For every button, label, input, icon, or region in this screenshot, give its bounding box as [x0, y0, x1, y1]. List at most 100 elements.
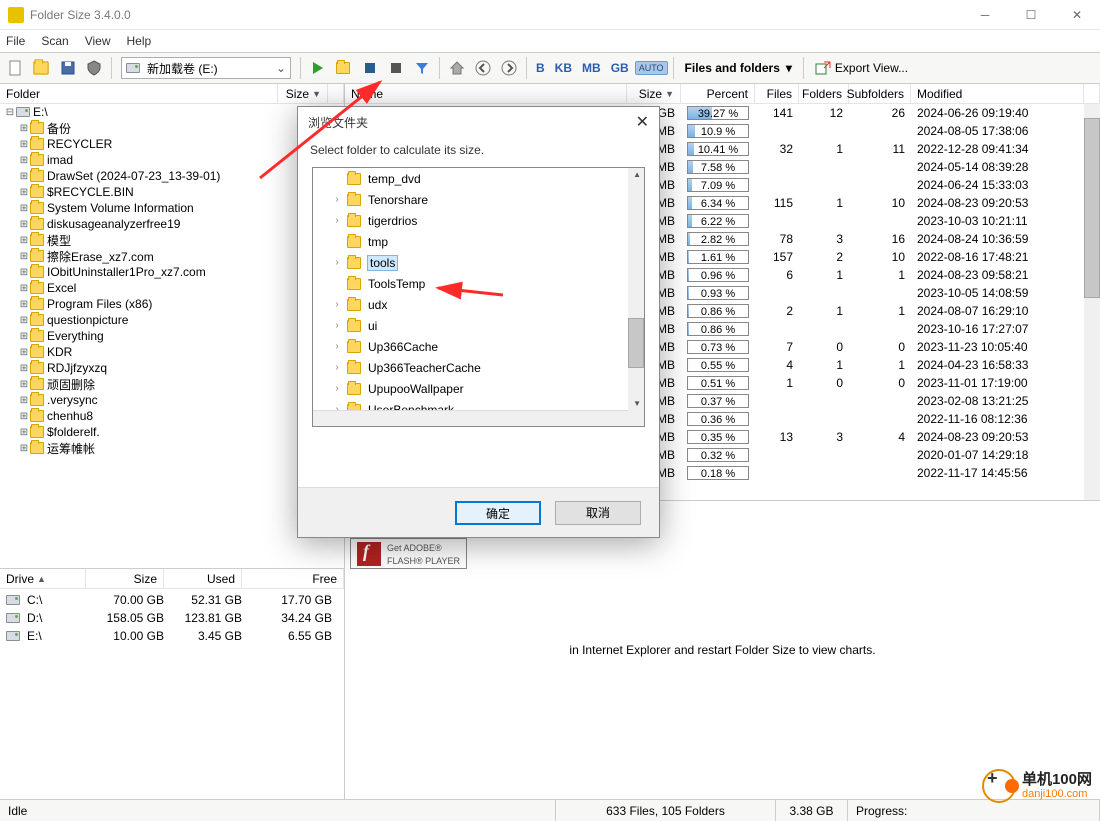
col-size[interactable]: Size: [86, 569, 164, 588]
col-folders[interactable]: Folders: [799, 84, 849, 103]
tree-item[interactable]: ⊞System Volume Information: [0, 200, 344, 216]
forward-button[interactable]: [497, 56, 521, 80]
col-size[interactable]: Size▼: [278, 84, 328, 103]
tree-item[interactable]: ⊞RDJjfzyxzq: [0, 360, 344, 376]
tree-item[interactable]: ⊞运筹帷帐: [0, 440, 344, 456]
menu-view[interactable]: View: [85, 34, 111, 48]
col-size[interactable]: Size▼: [627, 84, 681, 103]
tree-item[interactable]: ⊞擦除Erase_xz7.com18: [0, 248, 344, 264]
dialog-tree-item[interactable]: ToolsTemp: [313, 273, 644, 294]
col-percent[interactable]: Percent: [681, 84, 755, 103]
minimize-button[interactable]: ─: [962, 0, 1008, 30]
files-folders-select[interactable]: Files and folders ▾: [679, 61, 798, 75]
folder-tree[interactable]: Folder Size▼ ⊟E:\⊞备份⊞RECYCLER360⊞imad21⊞…: [0, 84, 344, 569]
toolbar: 新加载卷 (E:) ⌄ B KB MB GB AUTO Files and fo…: [0, 52, 1100, 84]
app-icon: [8, 7, 24, 23]
col-used[interactable]: Used: [164, 569, 242, 588]
export-view-button[interactable]: Export View...: [809, 57, 914, 79]
dialog-tree-item[interactable]: ›tigerdrios: [313, 210, 644, 231]
drive-row[interactable]: E:\10.00 GB3.45 GB6.55 GB: [0, 627, 344, 645]
drive-icon: [126, 63, 140, 73]
back-button[interactable]: [471, 56, 495, 80]
tree-item[interactable]: ⊞IObitUninstaller1Pro_xz7.com17: [0, 264, 344, 280]
unit-gb[interactable]: GB: [607, 57, 633, 79]
dialog-tree-item[interactable]: ›UpupooWallpaper: [313, 378, 644, 399]
window-title: Folder Size 3.4.0.0: [30, 8, 131, 22]
drive-row[interactable]: C:\70.00 GB52.31 GB17.70 GB: [0, 591, 344, 609]
tree-item[interactable]: ⊞模型25: [0, 232, 344, 248]
scroll-thumb[interactable]: [628, 318, 644, 368]
drive-select[interactable]: 新加载卷 (E:) ⌄: [121, 57, 291, 79]
dialog-tree-item[interactable]: ›tools: [313, 252, 644, 273]
home-button[interactable]: [445, 56, 469, 80]
titlebar: Folder Size 3.4.0.0 ─ ☐ ✕: [0, 0, 1100, 30]
shield-button[interactable]: [82, 56, 106, 80]
dialog-ok-button[interactable]: 确定: [455, 501, 541, 525]
unit-auto[interactable]: AUTO: [635, 61, 668, 75]
col-folder[interactable]: Folder: [0, 84, 278, 103]
tree-item[interactable]: ⊞顽固删除: [0, 376, 344, 392]
tree-item[interactable]: ⊞备份: [0, 120, 344, 136]
menu-file[interactable]: File: [6, 34, 25, 48]
scrollbar[interactable]: [1084, 104, 1100, 500]
dialog-title: 浏览文件夹: [308, 114, 368, 131]
status-files: 633 Files, 105 Folders: [556, 800, 776, 821]
col-subfolders[interactable]: Subfolders: [849, 84, 911, 103]
drive-label: 新加载卷 (E:): [147, 60, 218, 77]
export-icon: [815, 60, 831, 76]
dialog-close-button[interactable]: ✕: [636, 112, 649, 132]
hscrollbar[interactable]: [313, 410, 628, 426]
close-button[interactable]: ✕: [1054, 0, 1100, 30]
col-name[interactable]: Name: [345, 84, 627, 103]
col-files[interactable]: Files: [755, 84, 799, 103]
drive-row[interactable]: D:\158.05 GB123.81 GB34.24 GB: [0, 609, 344, 627]
tree-item[interactable]: ⊞$RECYCLE.BIN55: [0, 184, 344, 200]
tree-item[interactable]: ⊞questionpicture: [0, 312, 344, 328]
dialog-tree-item[interactable]: tmp: [313, 231, 644, 252]
save-button[interactable]: [56, 56, 80, 80]
tree-item[interactable]: ⊞imad21: [0, 152, 344, 168]
new-button[interactable]: [4, 56, 28, 80]
tree-item[interactable]: ⊞diskusageanalyzerfree1929: [0, 216, 344, 232]
tree-item[interactable]: ⊞chenhu8: [0, 408, 344, 424]
tree-root[interactable]: ⊟E:\: [0, 104, 344, 120]
dialog-tree-item[interactable]: ›Up366Cache: [313, 336, 644, 357]
tree-item[interactable]: ⊞Excel15: [0, 280, 344, 296]
scan-network-button[interactable]: [358, 56, 382, 80]
tree-item[interactable]: ⊞DrawSet (2024-07-23_13-39-01)9: [0, 168, 344, 184]
menu-help[interactable]: Help: [127, 34, 152, 48]
dialog-tree-item[interactable]: ›Up366TeacherCache: [313, 357, 644, 378]
col-modified[interactable]: Modified: [911, 84, 1084, 103]
menu-scan[interactable]: Scan: [41, 34, 68, 48]
play-button[interactable]: [306, 56, 330, 80]
filter-button[interactable]: [410, 56, 434, 80]
tree-item[interactable]: ⊞KDR: [0, 344, 344, 360]
maximize-button[interactable]: ☐: [1008, 0, 1054, 30]
dialog-tree-item[interactable]: ›udx: [313, 294, 644, 315]
open-button[interactable]: [30, 56, 54, 80]
dialog-tree-item[interactable]: temp_dvd: [313, 168, 644, 189]
tree-item[interactable]: ⊞Everything: [0, 328, 344, 344]
dialog-cancel-button[interactable]: 取消: [555, 501, 641, 525]
unit-mb[interactable]: MB: [578, 57, 605, 79]
col-free[interactable]: Free: [242, 569, 344, 588]
tree-item[interactable]: ⊞RECYCLER360: [0, 136, 344, 152]
tree-item[interactable]: ⊞.verysync: [0, 392, 344, 408]
col-drive[interactable]: Drive▲: [0, 569, 86, 588]
scan-folder-button[interactable]: [332, 56, 356, 80]
status-total: 3.38 GB: [776, 800, 848, 821]
drive-summary: Drive▲ Size Used Free C:\70.00 GB52.31 G…: [0, 569, 344, 799]
unit-kb[interactable]: KB: [551, 57, 576, 79]
unit-b[interactable]: B: [532, 57, 549, 79]
dropdown-icon: ⌄: [276, 61, 286, 75]
statusbar: Idle 633 Files, 105 Folders 3.38 GB Prog…: [0, 799, 1100, 821]
dialog-tree-item[interactable]: ›Tenorshare: [313, 189, 644, 210]
get-flash-button[interactable]: Get ADOBE®FLASH® PLAYER: [350, 538, 467, 569]
dialog-folder-tree[interactable]: temp_dvd›Tenorshare›tigerdriostmp›toolsT…: [312, 167, 645, 427]
stop-button[interactable]: [384, 56, 408, 80]
tree-item[interactable]: ⊞$folderelf.: [0, 424, 344, 440]
scrollbar[interactable]: [628, 168, 644, 426]
tree-item[interactable]: ⊞Program Files (x86): [0, 296, 344, 312]
menubar: File Scan View Help: [0, 30, 1100, 52]
dialog-tree-item[interactable]: ›ui: [313, 315, 644, 336]
